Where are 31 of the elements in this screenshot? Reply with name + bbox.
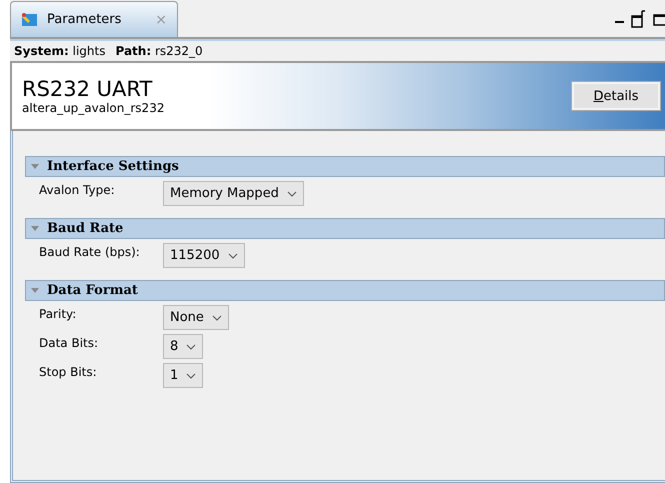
chevron-down-icon bbox=[186, 344, 196, 350]
dropdown[interactable]: 115200 bbox=[163, 243, 245, 268]
chevron-down-icon bbox=[212, 314, 222, 320]
path-text: Path: rs232_0 bbox=[115, 44, 203, 58]
section-header[interactable]: Baud Rate bbox=[25, 218, 665, 239]
component-name: altera_up_avalon_rs232 bbox=[22, 101, 164, 115]
chevron-down-icon bbox=[186, 372, 196, 378]
chevron-down-icon bbox=[228, 252, 238, 258]
maximize-icon[interactable] bbox=[653, 12, 665, 26]
system-text: System: lights bbox=[14, 44, 106, 58]
chevron-down-icon bbox=[286, 190, 297, 196]
field-label: Parity: bbox=[39, 306, 78, 321]
component-title: RS232 UART bbox=[22, 77, 154, 101]
section-header[interactable]: Interface Settings bbox=[25, 156, 665, 177]
parameters-tab[interactable]: Parameters ⨯ bbox=[10, 1, 178, 37]
pencil-icon bbox=[21, 12, 39, 28]
field-label: Stop Bits: bbox=[39, 364, 98, 379]
dropdown[interactable]: None bbox=[163, 305, 229, 330]
section-title: Baud Rate bbox=[47, 221, 124, 236]
restore-icon[interactable] bbox=[631, 10, 647, 28]
dropdown[interactable]: Memory Mapped bbox=[163, 181, 304, 206]
section-title: Data Format bbox=[47, 283, 138, 298]
details-button[interactable]: Details bbox=[571, 81, 661, 111]
field-label: Data Bits: bbox=[39, 335, 100, 350]
field-label: Avalon Type: bbox=[39, 182, 116, 197]
dropdown[interactable]: 1 bbox=[163, 363, 204, 388]
section-title: Interface Settings bbox=[47, 159, 179, 174]
tab-title: Parameters bbox=[47, 12, 122, 27]
dropdown[interactable]: 8 bbox=[163, 334, 204, 359]
field-label: Baud Rate (bps): bbox=[39, 244, 141, 259]
section-header[interactable]: Data Format bbox=[25, 280, 665, 301]
